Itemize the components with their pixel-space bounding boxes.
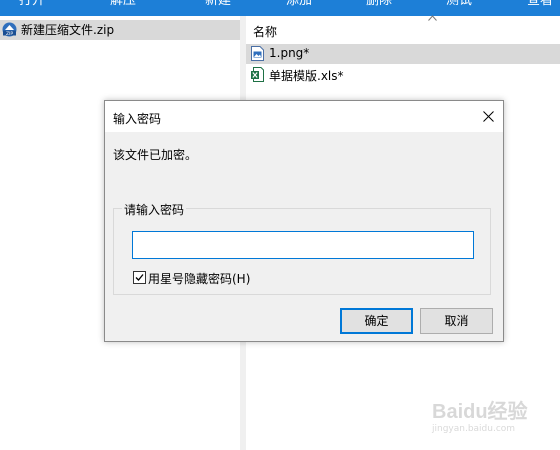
- svg-text:ZIP: ZIP: [6, 31, 13, 37]
- password-input[interactable]: [132, 231, 474, 259]
- toolbar-extract-button[interactable]: 解压: [110, 0, 136, 9]
- toolbar-view-button[interactable]: 查看: [527, 0, 553, 9]
- file-row[interactable]: 单据模版.xls*: [246, 65, 560, 85]
- dialog-title: 输入密码: [113, 112, 162, 126]
- checkbox-label[interactable]: 用星号隐藏密码(H): [148, 270, 250, 287]
- excel-file-icon: [251, 67, 264, 82]
- tree-item-label: 新建压缩文件.zip: [21, 23, 115, 37]
- column-header-label: 名称: [253, 25, 278, 39]
- column-header-name[interactable]: 名称: [246, 22, 560, 40]
- toolbar-add-button[interactable]: 添加: [286, 0, 312, 9]
- checkmark-icon: [135, 274, 144, 281]
- dialog-message: 该文件已加密。: [113, 148, 198, 162]
- toolbar: 打开 解压 新建 添加 删除 测试 查看: [0, 0, 560, 16]
- ok-button[interactable]: 确定: [340, 308, 413, 334]
- tree-item-zip[interactable]: ZIP 新建压缩文件.zip: [0, 20, 240, 40]
- toolbar-delete-button[interactable]: 删除: [366, 0, 392, 9]
- groupbox-label: 请输入密码: [122, 201, 187, 218]
- file-row[interactable]: 1.png*: [246, 44, 560, 64]
- file-name: 单据模版.xls*: [269, 69, 344, 83]
- toolbar-open-button[interactable]: 打开: [19, 0, 45, 9]
- baidu-watermark: Baidu经验 jingyan.baidu.com: [424, 395, 554, 440]
- toolbar-new-button[interactable]: 新建: [205, 0, 231, 9]
- close-icon: [483, 111, 494, 122]
- toolbar-test-button[interactable]: 测试: [446, 0, 472, 9]
- file-name: 1.png*: [269, 46, 310, 60]
- watermark-logo: Baidu经验: [432, 401, 528, 423]
- hide-password-checkbox[interactable]: [133, 271, 146, 284]
- close-button[interactable]: [474, 101, 503, 132]
- cancel-button[interactable]: 取消: [420, 308, 493, 334]
- zip-icon: ZIP: [2, 22, 17, 37]
- watermark-url: jingyan.baidu.com: [432, 424, 516, 434]
- password-dialog: 输入密码 该文件已加密。 请输入密码 用星号隐藏密码(H) 确定 取消: [104, 100, 504, 342]
- image-file-icon: [251, 46, 264, 61]
- dialog-titlebar[interactable]: 输入密码: [105, 101, 503, 132]
